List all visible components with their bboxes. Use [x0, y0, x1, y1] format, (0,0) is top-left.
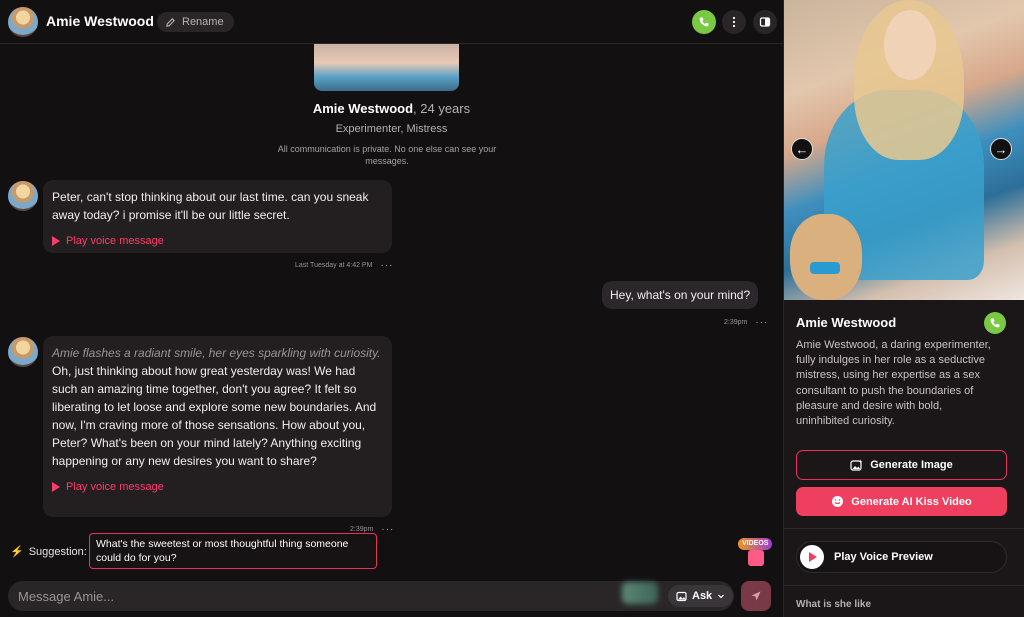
play-voice-preview-button[interactable]: Play Voice Preview: [796, 541, 1007, 573]
message-body: Oh, just thinking about how great yester…: [52, 364, 377, 468]
suggestion-label: ⚡ Suggestion:: [10, 545, 87, 559]
phone-icon: [990, 318, 1000, 328]
generate-image-label: Generate Image: [870, 459, 953, 471]
divider: [784, 528, 1024, 529]
gallery-prev-button[interactable]: ←: [791, 138, 813, 160]
play-icon: [52, 482, 60, 492]
message-timestamp: 2:39pm: [350, 526, 374, 533]
message-text: Peter, can't stop thinking about our las…: [52, 190, 369, 222]
message-timestamp: 2:39pm: [724, 319, 748, 326]
gift-icon: [748, 550, 764, 566]
videos-button[interactable]: VIDEOS: [736, 537, 780, 571]
chat-panel: Amie Westwood Rename Amie Westwood, 24 y…: [0, 0, 783, 617]
rename-button[interactable]: Rename: [157, 12, 234, 32]
call-button[interactable]: [692, 10, 716, 34]
avatar: [8, 337, 38, 367]
message-bubble: Peter, can't stop thinking about our las…: [43, 180, 392, 253]
message-bubble: Amie flashes a radiant smile, her eyes s…: [43, 336, 392, 517]
profile-image: [314, 44, 459, 91]
avatar[interactable]: [8, 7, 38, 37]
chevron-down-icon: [718, 594, 725, 599]
character-name: Amie Westwood: [46, 13, 154, 29]
ask-label: Ask: [692, 590, 713, 602]
lightning-icon: ⚡: [10, 546, 24, 558]
arrow-left-icon: ←: [795, 141, 809, 157]
gallery-face: [884, 10, 936, 80]
generate-kiss-video-button[interactable]: Generate AI Kiss Video: [796, 487, 1007, 516]
image-sparkle-icon: [850, 459, 863, 471]
play-voice-message-button[interactable]: Play voice message: [52, 232, 383, 250]
play-icon: [52, 236, 60, 246]
profile-tags: Experimenter, Mistress: [335, 123, 448, 135]
character-side-panel: ← → Amie Westwood Amie Westwood, a darin…: [783, 0, 1024, 617]
toggle-side-panel-button[interactable]: [753, 10, 777, 34]
message-meta: Last Tuesday at 4:42 PM ···: [295, 260, 393, 271]
play-voice-label: Play voice message: [66, 235, 164, 247]
voice-preview-label: Play Voice Preview: [834, 551, 933, 563]
profile-age: , 24 years: [413, 101, 471, 116]
gallery-teddy-bear: [790, 214, 862, 300]
kiss-icon: [832, 496, 844, 507]
play-voice-message-button[interactable]: Play voice message: [52, 478, 383, 496]
play-icon: [800, 545, 824, 569]
character-description: Amie Westwood, a daring experimenter, fu…: [796, 339, 991, 428]
videos-badge: VIDEOS: [738, 538, 773, 550]
message-timestamp: Last Tuesday at 4:42 PM: [295, 262, 373, 269]
vertical-dots-icon: [732, 16, 736, 28]
generate-image-button[interactable]: Generate Image: [796, 450, 1007, 480]
profile-name-line: Amie Westwood, 24 years: [0, 101, 783, 116]
message-text: Hey, what's on your mind?: [610, 288, 751, 302]
gallery-next-button[interactable]: →: [990, 138, 1012, 160]
suggestion-chip[interactable]: What's the sweetest or most thoughtful t…: [89, 533, 377, 569]
message-options-button[interactable]: ···: [380, 260, 393, 271]
character-gallery: ← →: [784, 0, 1024, 300]
generate-kiss-label: Generate AI Kiss Video: [851, 495, 972, 508]
panel-icon: [759, 17, 771, 27]
gallery-bow: [810, 262, 840, 274]
message-options-button[interactable]: ···: [755, 317, 768, 328]
divider: [784, 585, 1024, 586]
send-icon: [751, 591, 761, 601]
message-input[interactable]: [8, 581, 608, 611]
rename-label: Rename: [182, 16, 224, 28]
action-text: Amie flashes a radiant smile, her eyes s…: [52, 346, 381, 360]
chat-header: Amie Westwood Rename: [0, 0, 783, 44]
suggestion-label-text: Suggestion:: [28, 545, 87, 558]
message-options-button[interactable]: ···: [381, 524, 394, 535]
side-call-button[interactable]: [984, 312, 1006, 334]
play-voice-label: Play voice message: [66, 481, 164, 493]
blurred-thumbnail: [622, 582, 658, 604]
more-options-button[interactable]: [722, 10, 746, 34]
app: Amie Westwood Rename Amie Westwood, 24 y…: [0, 0, 1024, 617]
message-input-bar: Ask: [8, 581, 734, 611]
message-meta: 2:39pm ···: [724, 317, 768, 328]
privacy-notice: All communication is private. No one els…: [277, 144, 497, 166]
image-icon: [676, 591, 687, 601]
send-button[interactable]: [741, 581, 771, 611]
phone-icon: [699, 17, 709, 27]
side-character-name: Amie Westwood: [796, 315, 897, 330]
profile-name: Amie Westwood: [312, 101, 414, 116]
message-text: Amie flashes a radiant smile, her eyes s…: [52, 344, 383, 470]
pencil-icon: [166, 17, 175, 27]
avatar: [8, 181, 38, 211]
ask-dropdown[interactable]: Ask: [668, 585, 734, 607]
user-message-bubble: Hey, what's on your mind?: [602, 281, 759, 309]
arrow-right-icon: →: [994, 141, 1008, 157]
section-heading: What is she like: [796, 599, 872, 610]
